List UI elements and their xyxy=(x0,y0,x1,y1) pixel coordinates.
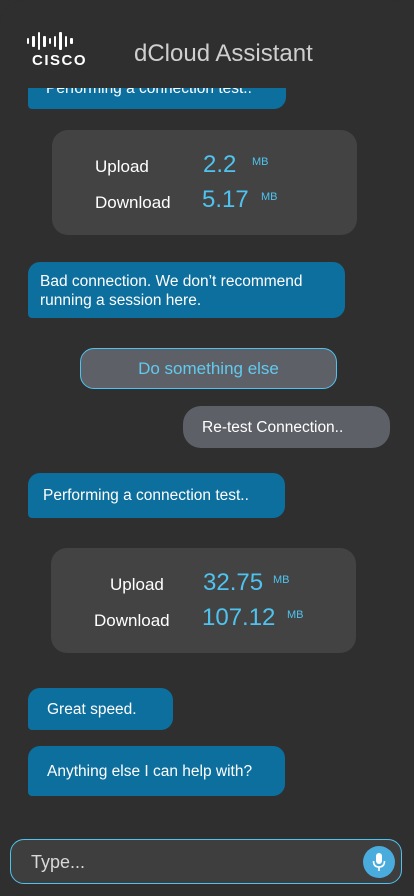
user-message: Re-test Connection.. xyxy=(183,406,390,448)
upload-unit: MB xyxy=(252,156,269,168)
do-something-else-button[interactable]: Do something else xyxy=(80,348,337,389)
download-unit: MB xyxy=(287,609,304,621)
message-text: Re-test Connection.. xyxy=(202,419,344,436)
button-label: Do something else xyxy=(138,358,279,378)
download-value: 5.17 xyxy=(202,186,249,213)
app-title: dCloud Assistant xyxy=(134,40,313,67)
message-text: Bad connection. We don’t recommend runni… xyxy=(40,273,303,309)
bot-message: Great speed. xyxy=(28,688,173,730)
message-text: Anything else I can help with? xyxy=(47,763,253,780)
message-input[interactable] xyxy=(31,852,331,873)
message-input-bar xyxy=(10,839,402,884)
message-text: Great speed. xyxy=(47,701,137,718)
chat-screen: Performing a connection test.. Upload 2.… xyxy=(0,0,414,896)
download-unit: MB xyxy=(261,191,278,203)
message-text: Performing a connection test.. xyxy=(43,487,249,504)
cisco-logo: CISCO xyxy=(27,32,91,70)
upload-value: 32.75 xyxy=(203,569,264,596)
speed-test-card: Upload 32.75 MB Download 107.12 MB xyxy=(51,548,356,653)
speed-test-card: Upload 2.2 MB Download 5.17 MB xyxy=(52,130,357,235)
cisco-logo-bars xyxy=(27,32,91,50)
download-label: Download xyxy=(94,611,170,630)
bot-message: Performing a connection test.. xyxy=(28,473,285,518)
upload-label: Upload xyxy=(110,575,164,594)
logo-text: CISCO xyxy=(32,52,88,69)
bot-message: Bad connection. We don’t recommend runni… xyxy=(28,262,345,318)
upload-label: Upload xyxy=(95,157,149,176)
microphone-button[interactable] xyxy=(363,846,395,878)
download-value: 107.12 xyxy=(202,604,276,631)
upload-value: 2.2 xyxy=(203,151,237,178)
bot-message: Anything else I can help with? xyxy=(28,746,285,796)
app-header: CISCO dCloud Assistant xyxy=(0,0,414,88)
upload-unit: MB xyxy=(273,574,290,586)
download-label: Download xyxy=(95,193,171,212)
microphone-icon xyxy=(372,853,386,871)
